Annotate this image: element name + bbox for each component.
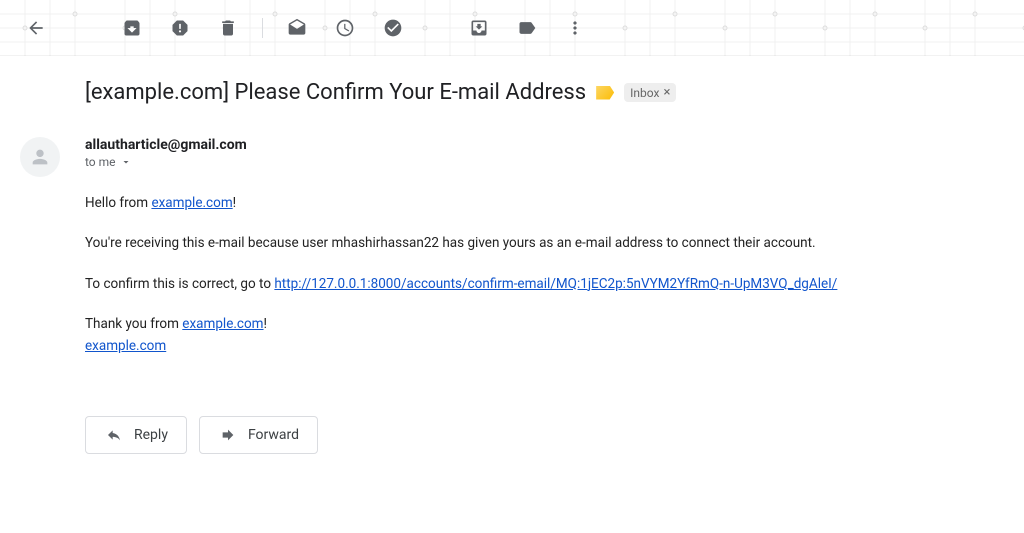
email-subject: [example.com] Please Confirm Your E-mail… — [85, 80, 586, 105]
archive-icon[interactable] — [112, 8, 152, 48]
forward-icon — [218, 427, 238, 443]
important-marker-icon[interactable] — [596, 86, 614, 100]
labels-icon[interactable] — [507, 8, 547, 48]
back-icon[interactable] — [16, 8, 56, 48]
confirm-pre: To confirm this is correct, go to — [85, 276, 274, 292]
avatar[interactable] — [20, 137, 60, 177]
delete-icon[interactable] — [208, 8, 248, 48]
spam-icon[interactable] — [160, 8, 200, 48]
forward-button[interactable]: Forward — [199, 416, 318, 454]
toolbar — [0, 0, 1024, 56]
thanks-pre: Thank you from — [85, 316, 182, 332]
email-content: [example.com] Please Confirm Your E-mail… — [0, 56, 1024, 478]
inbox-label[interactable]: Inbox × — [624, 83, 676, 102]
sender-block: allautharticle@gmail.com to me Hello fro… — [85, 137, 1024, 454]
subject-row: [example.com] Please Confirm Your E-mail… — [85, 80, 1024, 105]
thanks-post: ! — [264, 316, 267, 332]
footer-link[interactable]: example.com — [85, 338, 166, 354]
snooze-icon[interactable] — [325, 8, 365, 48]
reply-button[interactable]: Reply — [85, 416, 187, 454]
more-icon[interactable] — [555, 8, 595, 48]
body-greeting-pre: Hello from — [85, 195, 151, 211]
label-text: Inbox — [630, 86, 659, 100]
sender-address: allautharticle@gmail.com — [85, 137, 1024, 153]
thanks-link[interactable]: example.com — [182, 316, 263, 332]
forward-label: Forward — [248, 427, 299, 443]
email-body: Hello from example.com! You're receiving… — [85, 193, 1024, 356]
recipient-text: to me — [85, 155, 116, 169]
recipient-dropdown[interactable]: to me — [85, 155, 1024, 169]
remove-label-icon[interactable]: × — [663, 85, 670, 100]
mark-unread-icon[interactable] — [277, 8, 317, 48]
body-line2: You're receiving this e-mail because use… — [85, 233, 1024, 253]
greeting-link[interactable]: example.com — [151, 195, 232, 211]
action-buttons: Reply Forward — [85, 416, 1024, 454]
add-task-icon[interactable] — [373, 8, 413, 48]
move-to-icon[interactable] — [459, 8, 499, 48]
chevron-down-icon — [120, 156, 132, 168]
toolbar-separator — [262, 18, 263, 38]
body-greeting-post: ! — [233, 195, 236, 211]
reply-icon — [104, 427, 124, 443]
confirm-link[interactable]: http://127.0.0.1:8000/accounts/confirm-e… — [274, 276, 837, 292]
reply-label: Reply — [134, 427, 168, 443]
